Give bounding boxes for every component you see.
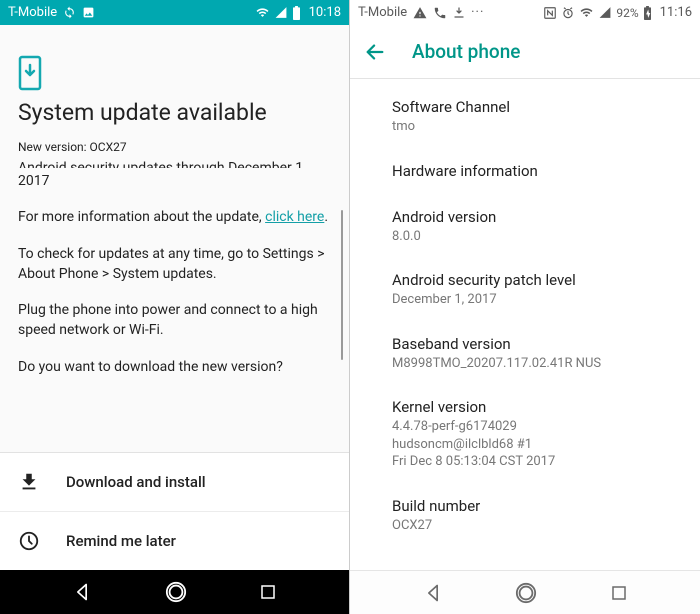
item-kernel-version[interactable]: Kernel version 4.4.78-perf-g6174029 huds… xyxy=(350,385,700,484)
item-android-version[interactable]: Android version 8.0.0 xyxy=(350,195,700,259)
info-paragraph: For more information about the update, c… xyxy=(18,207,331,227)
update-content: System update available New version: OCX… xyxy=(0,25,349,570)
ask-paragraph: Do you want to download the new version? xyxy=(18,357,331,377)
update-description[interactable]: Android security updates through Decembe… xyxy=(0,166,349,401)
check-paragraph: To check for updates at any time, go to … xyxy=(18,244,331,285)
nav-home-icon[interactable] xyxy=(515,582,537,604)
info-post: . xyxy=(324,209,328,225)
status-right-icons: 10:18 xyxy=(255,5,341,20)
status-notif-icons: ··· xyxy=(413,5,484,20)
action-list: Download and install Remind me later xyxy=(0,452,349,570)
nav-back-icon[interactable] xyxy=(423,583,443,603)
status-notif-icons xyxy=(63,6,95,19)
nav-recent-icon[interactable] xyxy=(259,583,277,601)
signal-icon xyxy=(598,6,612,19)
app-bar: About phone xyxy=(350,25,700,79)
image-icon xyxy=(82,6,95,19)
screen-system-update: T-Mobile 10:18 System update available N… xyxy=(0,0,350,614)
remind-later-button[interactable]: Remind me later xyxy=(0,512,349,570)
item-key: Android security patch level xyxy=(392,271,676,289)
nav-bar xyxy=(350,570,700,614)
cutoff-text-top: Android security updates through Decembe… xyxy=(18,161,331,168)
screen-about-phone: T-Mobile ··· 92% 11:16 About phone Softw… xyxy=(350,0,700,614)
sync-icon xyxy=(63,6,76,19)
status-clock: 10:18 xyxy=(309,5,341,20)
status-bar: T-Mobile ··· 92% 11:16 xyxy=(350,0,700,25)
click-here-link[interactable]: click here xyxy=(265,209,324,225)
status-right-icons: 92% 11:16 xyxy=(543,5,692,20)
battery-pct: 92% xyxy=(616,6,638,20)
about-list[interactable]: Software Channel tmo Hardware informatio… xyxy=(350,79,700,570)
item-hardware-information[interactable]: Hardware information xyxy=(350,149,700,195)
status-clock: 11:16 xyxy=(660,5,692,20)
item-value: December 1, 2017 xyxy=(392,291,676,309)
download-install-button[interactable]: Download and install xyxy=(0,453,349,512)
item-value: M8998TMO_20207.117.02.41R NUS xyxy=(392,355,676,373)
nav-back-icon[interactable] xyxy=(72,582,92,602)
carrier-label: T-Mobile xyxy=(358,5,407,20)
nav-home-icon[interactable] xyxy=(165,581,187,603)
page-title: System update available xyxy=(0,99,349,140)
plug-paragraph: Plug the phone into power and connect to… xyxy=(18,300,331,341)
item-build-number[interactable]: Build number OCX27 xyxy=(350,484,700,548)
alarm-icon xyxy=(561,6,575,20)
item-value: tmo xyxy=(392,118,676,136)
clock-icon xyxy=(18,530,40,552)
signal-icon xyxy=(274,6,288,19)
nav-bar xyxy=(0,570,349,614)
back-arrow-icon[interactable] xyxy=(364,41,386,63)
item-software-channel[interactable]: Software Channel tmo xyxy=(350,85,700,149)
item-security-patch[interactable]: Android security patch level December 1,… xyxy=(350,258,700,322)
item-baseband-version[interactable]: Baseband version M8998TMO_20207.117.02.4… xyxy=(350,322,700,386)
download-small-icon xyxy=(453,6,465,20)
warning-icon xyxy=(413,6,427,20)
carrier-label: T-Mobile xyxy=(8,5,57,20)
wifi-icon xyxy=(255,6,270,19)
system-update-icon xyxy=(18,55,42,91)
item-value: OCX27 xyxy=(392,517,676,535)
wifi-icon xyxy=(579,6,594,19)
cutoff-text-2017: 2017 xyxy=(18,171,331,191)
download-icon xyxy=(18,471,40,493)
item-key: Kernel version xyxy=(392,398,676,416)
update-icon-wrap xyxy=(0,25,349,99)
header-title: About phone xyxy=(412,40,520,63)
item-key: Software Channel xyxy=(392,98,676,116)
item-value: 4.4.78-perf-g6174029 hudsoncm@ilclbld68 … xyxy=(392,418,676,471)
nav-recent-icon[interactable] xyxy=(610,584,628,602)
battery-icon xyxy=(292,6,301,20)
item-key: Hardware information xyxy=(392,162,676,180)
more-dots: ··· xyxy=(471,5,484,20)
nfc-icon xyxy=(543,6,557,20)
download-label: Download and install xyxy=(66,473,206,491)
item-key: Android version xyxy=(392,208,676,226)
item-key: Baseband version xyxy=(392,335,676,353)
wifi-calling-icon xyxy=(433,6,447,20)
battery-charging-icon xyxy=(643,6,652,20)
item-value: 8.0.0 xyxy=(392,228,676,246)
status-bar: T-Mobile 10:18 xyxy=(0,0,349,25)
remind-label: Remind me later xyxy=(66,532,176,550)
item-key: Build number xyxy=(392,497,676,515)
info-pre: For more information about the update, xyxy=(18,209,265,225)
scrollbar-indicator[interactable] xyxy=(341,210,343,360)
